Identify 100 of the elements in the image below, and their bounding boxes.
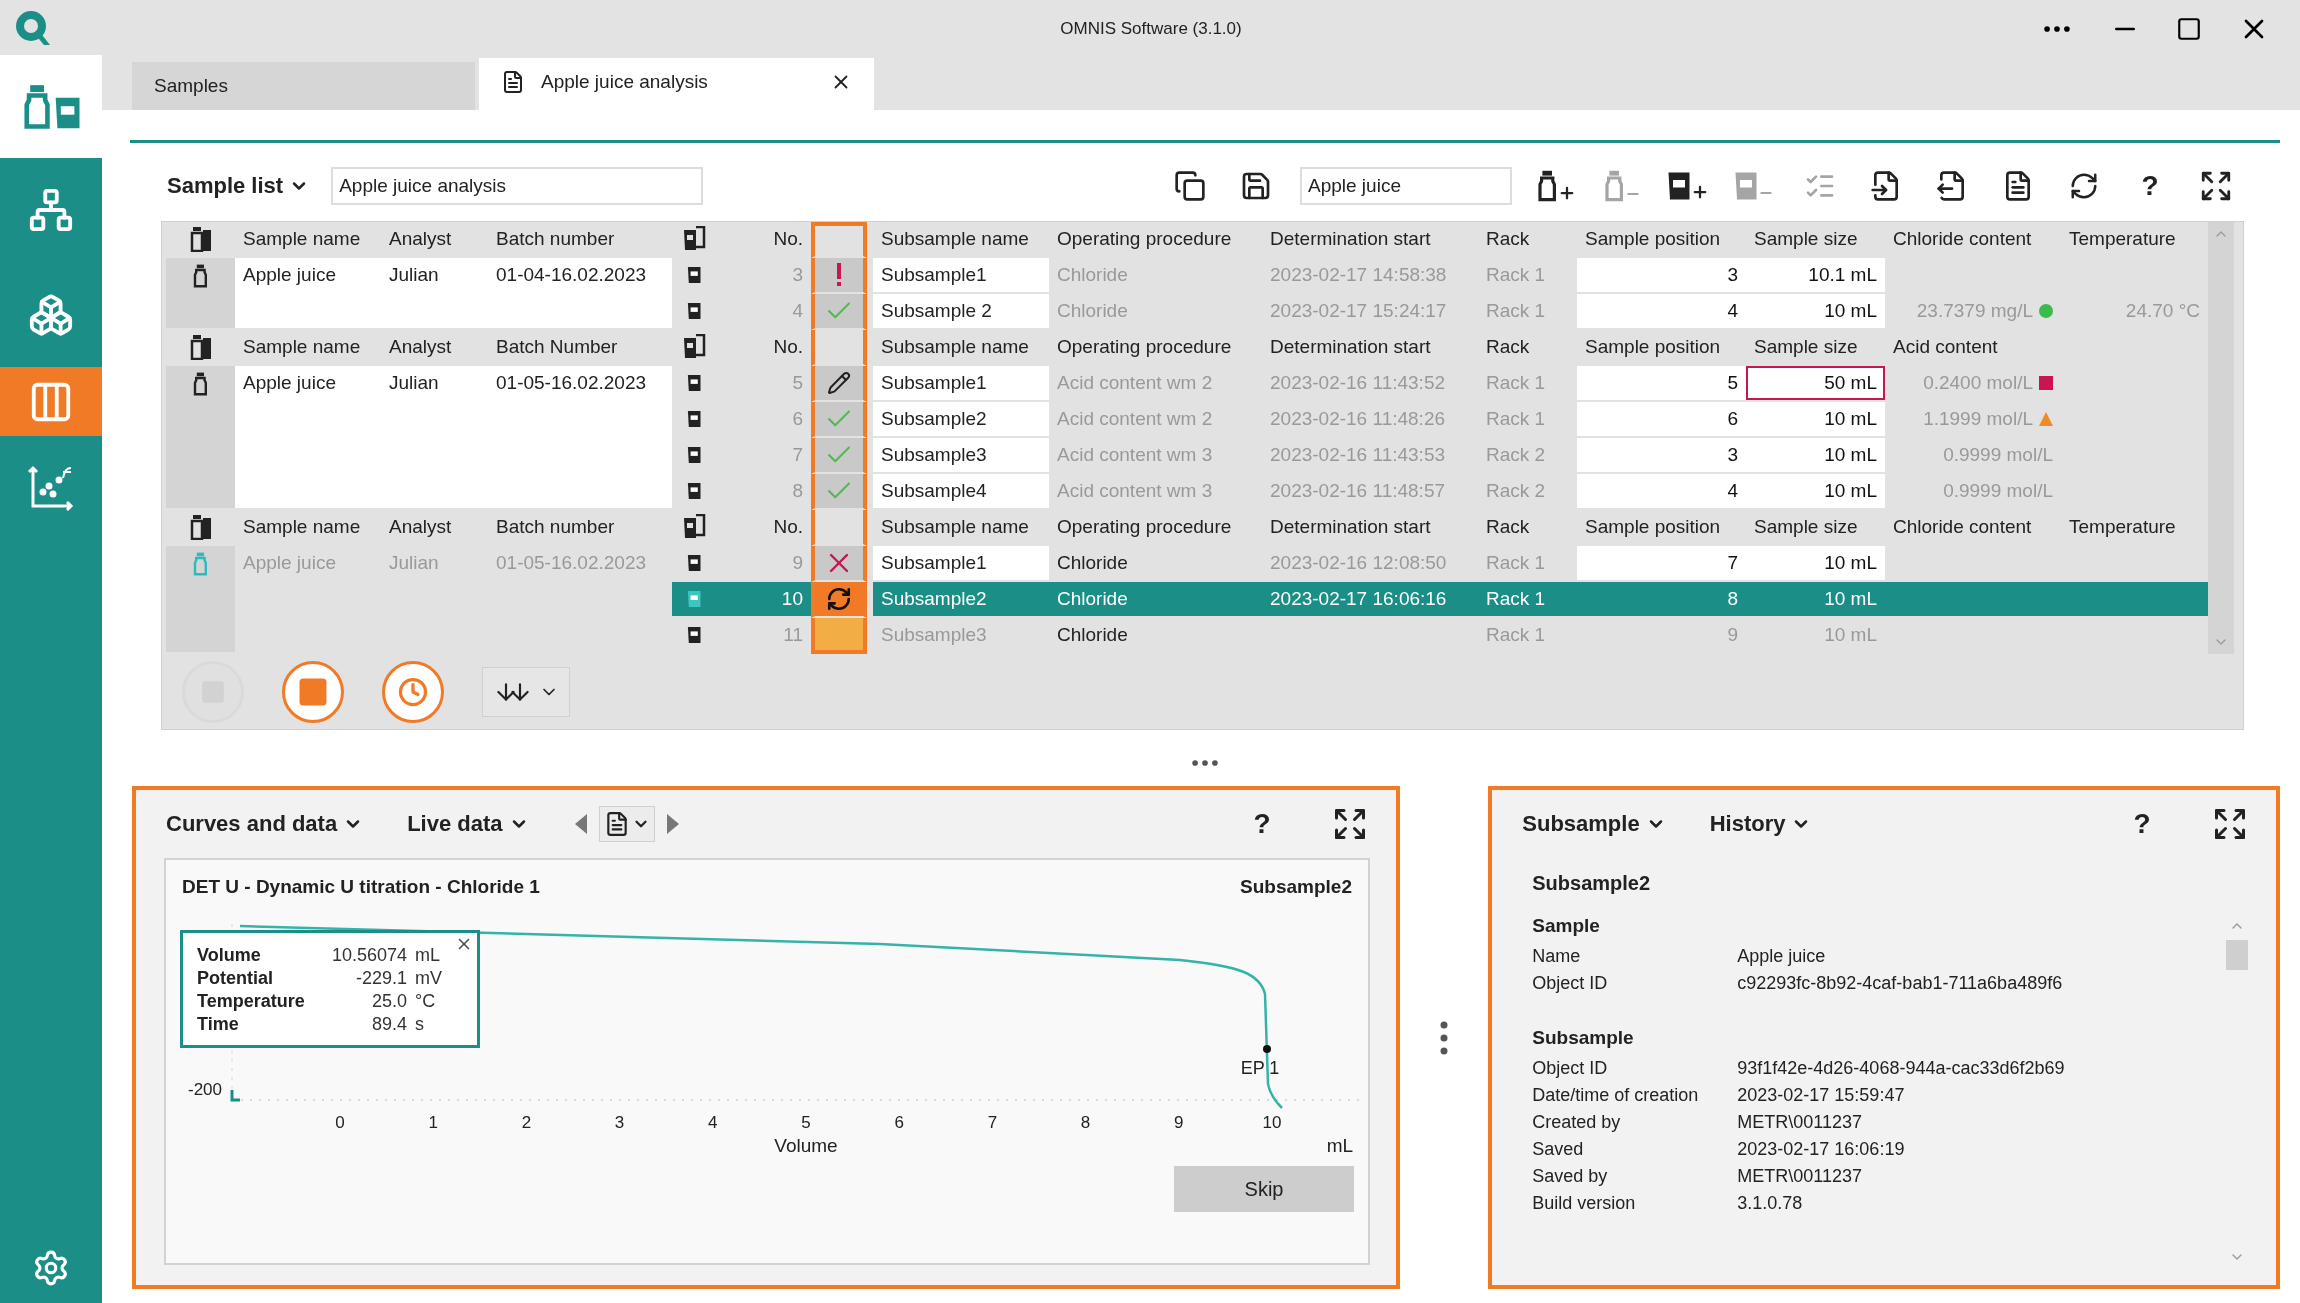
readout-label: Temperature [197, 991, 306, 1012]
history-dropdown[interactable]: History [1709, 811, 1812, 837]
table-cell: 2023-02-17 15:24:17 [1262, 294, 1478, 330]
axis-tick-label: 4 [708, 1113, 718, 1132]
table-cell[interactable]: Subsample1 [873, 366, 1049, 402]
sample-list-dropdown[interactable]: Sample list [167, 173, 310, 199]
clock-icon [398, 676, 428, 707]
table-cell[interactable]: Subsample2 [873, 582, 1049, 618]
beaker-plus-icon [1667, 171, 1709, 201]
table-cell[interactable]: Subsample4 [873, 474, 1049, 510]
document-icon [501, 70, 525, 94]
table-cell: 2023-02-17 14:58:38 [1262, 258, 1478, 294]
table-cell: Acid content wm 3 [1049, 438, 1262, 474]
axis-tick-label: 3 [614, 1113, 625, 1132]
app-logo [14, 8, 50, 47]
beaker-icon [686, 446, 702, 464]
subsample-dropdown[interactable]: Subsample [1522, 811, 1666, 837]
result-value: 0.2400 mol/L [1923, 372, 2033, 394]
scrollbar-thumb[interactable] [2226, 940, 2248, 970]
filter-field[interactable]: Apple juice [1300, 167, 1512, 205]
table-cell: Julian [381, 258, 488, 330]
table-cell[interactable]: Subsample3 [873, 438, 1049, 474]
beaker-icon [686, 590, 702, 608]
table-cell[interactable]: Subsample 2 [873, 294, 1049, 330]
readout-unit: mL [415, 945, 441, 966]
field-value: Apple juice [1737, 945, 1826, 968]
bottles-icon [21, 83, 81, 130]
result-value: 0.9999 mol/L [1943, 444, 2053, 466]
table-cell: Chloride [1049, 618, 1262, 654]
table-cell: Acid content wm 3 [1049, 474, 1262, 510]
column-header: Rack [1478, 330, 1577, 366]
settings-icon[interactable] [32, 1249, 70, 1287]
refresh-icon [826, 586, 852, 612]
skip-button[interactable]: Skip [1174, 1166, 1354, 1212]
table-cell: 5 [1577, 366, 1746, 402]
window-title: OMNIS Software (3.1.0) [1059, 19, 1243, 39]
chart-title: DET U - Dynamic U titration - Chloride 1 [182, 876, 540, 898]
subsample-label: Subsample2 [1240, 876, 1352, 898]
table-cell: Rack 1 [1478, 618, 1577, 654]
beaker-icon [686, 374, 702, 392]
table-cell[interactable]: Subsample2 [873, 402, 1049, 438]
live-data-dropdown[interactable]: Live data [407, 811, 529, 837]
table-cell[interactable]: Subsample1 [873, 258, 1049, 294]
table-cell: 10 mL [1746, 546, 1885, 582]
column-header: Operating procedure [1049, 330, 1262, 366]
tab[interactable]: Samples [132, 62, 475, 110]
column-header: Sample name [235, 510, 381, 546]
sort-dropdown[interactable] [482, 666, 570, 717]
section-title: Sample [1532, 915, 1601, 937]
help-button[interactable]: ? [1240, 802, 1284, 846]
table-cell: 7 [1577, 546, 1746, 582]
column-header: Determination start [1262, 510, 1478, 546]
table-cell: 2023-02-17 16:06:16 [1262, 582, 1478, 618]
table-cell: 10.1 mL [1746, 258, 1885, 294]
readout-label: Time [197, 1014, 240, 1035]
readout-value: 89.4 [370, 1014, 408, 1035]
chart-selector[interactable] [598, 806, 655, 842]
table-cell: 01-05-16.02.2023 [488, 366, 672, 510]
table-cell: Rack 1 [1478, 582, 1577, 618]
column-header: Rack [1478, 510, 1577, 546]
field-label: Object ID [1532, 972, 1609, 995]
field-value: METR\0011237 [1737, 1111, 1862, 1134]
table-cell[interactable]: Subsample1 [873, 546, 1049, 582]
table-cell: 8 [1577, 582, 1746, 618]
copy-icon [1174, 170, 1206, 202]
maximize-icon[interactable] [2176, 16, 2202, 42]
beakers-icon [682, 334, 706, 360]
help-button[interactable]: ? [2128, 164, 2172, 208]
pencil-icon [827, 371, 851, 395]
column-header: Rack [1478, 222, 1577, 258]
readout-value: 25.0 [370, 991, 408, 1012]
readout-unit: °C [415, 991, 437, 1012]
next-icon[interactable] [664, 812, 681, 836]
table-cell: Chloride [1049, 294, 1262, 330]
sidebar-item[interactable] [0, 55, 102, 158]
save-icon [1240, 170, 1272, 202]
table-cell: 3 [1577, 438, 1746, 474]
readout-unit: mV [415, 968, 443, 989]
readout-label: Volume [197, 945, 262, 966]
fullscreen-icon [2199, 169, 2233, 203]
field-value: c92293fc-8b92-4caf-bab1-711a6ba489f6 [1737, 972, 2063, 995]
curves-dropdown[interactable]: Curves and data [166, 811, 364, 837]
column-header: No. [716, 510, 811, 546]
field-value: 2023-02-17 16:06:19 [1737, 1138, 1905, 1161]
splitter-handle-icon[interactable] [1440, 1020, 1449, 1055]
section-title: Subsample [1532, 1027, 1635, 1049]
table-cell: 10 mL [1746, 618, 1885, 654]
result-value: 23.7379 mg/L [1916, 300, 2033, 322]
beaker-icon [686, 626, 702, 644]
column-header: No. [716, 330, 811, 366]
name-field[interactable]: Apple juice analysis [331, 167, 704, 205]
column-header: Batch number [488, 510, 672, 546]
column-header: Analyst [381, 510, 488, 546]
table-cell: Chloride [1049, 258, 1262, 294]
endpoint-label: EP 1 [1240, 1058, 1280, 1078]
sidebar-item[interactable] [0, 367, 102, 436]
result-value: 1.1999 mol/L [1923, 408, 2033, 430]
help-button[interactable]: ? [2120, 802, 2164, 846]
beaker-icon [686, 410, 702, 428]
hierarchy-icon [28, 187, 74, 233]
